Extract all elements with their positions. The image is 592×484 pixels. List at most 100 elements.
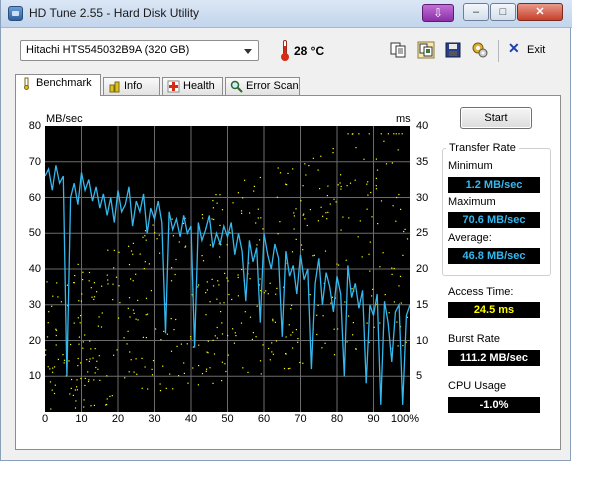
tab-benchmark[interactable]: Benchmark bbox=[15, 74, 101, 96]
access-time-point bbox=[73, 282, 75, 284]
access-time-point bbox=[259, 278, 261, 280]
access-time-point bbox=[228, 293, 230, 296]
app-window: HD Tune 2.55 - Hard Disk Utility ⇩ – □ ✕… bbox=[0, 0, 572, 461]
access-time-point bbox=[313, 254, 315, 256]
access-time-point bbox=[169, 373, 171, 375]
access-time-point bbox=[89, 340, 91, 342]
access-time-point bbox=[375, 188, 377, 190]
access-time-point bbox=[393, 301, 395, 303]
access-time-point bbox=[218, 284, 220, 286]
access-time-point bbox=[396, 321, 398, 323]
close-button[interactable]: ✕ bbox=[517, 3, 563, 21]
access-time-point bbox=[291, 304, 293, 306]
access-time-point bbox=[257, 208, 259, 210]
y-left-tick: 70 bbox=[28, 155, 41, 168]
tab-health[interactable]: Health bbox=[162, 77, 223, 95]
access-time-point bbox=[303, 213, 305, 215]
access-time-point bbox=[299, 361, 301, 364]
access-time-point bbox=[82, 347, 84, 349]
access-time-point bbox=[252, 332, 254, 334]
tab-error-scan[interactable]: Error Scan bbox=[225, 77, 300, 95]
drive-dropdown[interactable]: Hitachi HTS545032B9A (320 GB) bbox=[20, 40, 259, 61]
access-time-point bbox=[342, 216, 344, 218]
access-time-point bbox=[355, 147, 357, 149]
average-label: Average: bbox=[448, 232, 492, 244]
tab-info[interactable]: Info bbox=[103, 77, 160, 95]
access-time-point bbox=[201, 214, 203, 216]
access-time-point bbox=[255, 336, 257, 338]
access-time-point bbox=[178, 375, 180, 377]
maximize-button[interactable]: □ bbox=[490, 3, 516, 21]
transfer-rate-title: Transfer Rate bbox=[446, 142, 519, 154]
access-time-point bbox=[215, 194, 217, 196]
access-time-point bbox=[71, 378, 73, 381]
access-time-point bbox=[54, 366, 56, 368]
access-time-point bbox=[137, 319, 139, 321]
options-icon[interactable] bbox=[471, 41, 489, 59]
access-time-point bbox=[63, 362, 65, 364]
access-time-point bbox=[388, 312, 390, 314]
access-time-point bbox=[219, 194, 221, 196]
access-time-point bbox=[94, 372, 96, 374]
access-time-point bbox=[396, 196, 398, 199]
access-time-point bbox=[404, 228, 406, 230]
access-time-point bbox=[90, 287, 92, 289]
access-time-point bbox=[52, 371, 54, 373]
access-time-point bbox=[212, 207, 214, 209]
y-left-tick: 30 bbox=[28, 298, 41, 311]
title-bar[interactable]: HD Tune 2.55 - Hard Disk Utility ⇩ – □ ✕ bbox=[1, 0, 572, 28]
access-time-point bbox=[241, 268, 243, 271]
access-time-point bbox=[317, 304, 319, 306]
access-time-point bbox=[212, 285, 215, 287]
access-time-point bbox=[398, 133, 400, 135]
start-button[interactable]: Start bbox=[460, 107, 532, 129]
access-time-point bbox=[151, 368, 153, 370]
access-time-point bbox=[57, 296, 59, 298]
access-time-point bbox=[78, 336, 80, 338]
access-time-point bbox=[69, 393, 71, 395]
access-time-point bbox=[223, 302, 225, 304]
access-time-point bbox=[159, 383, 161, 385]
access-time-point bbox=[324, 342, 326, 344]
access-time-point bbox=[96, 360, 98, 362]
access-time-point bbox=[84, 384, 86, 387]
y-left-tick: 10 bbox=[28, 370, 41, 383]
access-time-point bbox=[183, 372, 185, 374]
access-time-point bbox=[84, 334, 86, 336]
save-icon[interactable] bbox=[444, 41, 462, 59]
access-time-point bbox=[133, 312, 135, 314]
download-icon[interactable]: ⇩ bbox=[422, 4, 454, 22]
access-time-point bbox=[192, 346, 194, 348]
info-icon bbox=[108, 80, 121, 93]
minimum-label: Minimum bbox=[448, 160, 493, 172]
access-time-point bbox=[106, 403, 108, 406]
access-time-point bbox=[274, 321, 276, 323]
copy-screen-icon[interactable] bbox=[417, 41, 435, 59]
access-time-point bbox=[84, 377, 86, 379]
access-time-point bbox=[212, 339, 214, 341]
access-time-point bbox=[97, 325, 99, 327]
access-time-point bbox=[277, 167, 279, 169]
minimum-value: 1.2 MB/sec bbox=[448, 177, 540, 193]
access-time-point bbox=[145, 337, 147, 339]
access-time-point bbox=[127, 307, 129, 309]
y-right-tick: 35 bbox=[416, 155, 429, 168]
access-time-point bbox=[220, 311, 222, 313]
access-time-point bbox=[113, 267, 115, 269]
minimize-button[interactable]: – bbox=[463, 3, 489, 21]
access-time-point bbox=[293, 228, 295, 230]
cpu-usage-value: -1.0% bbox=[448, 397, 540, 413]
access-time-point bbox=[77, 357, 79, 360]
access-time-point bbox=[100, 326, 103, 328]
access-time-point bbox=[213, 353, 216, 355]
access-time-point bbox=[54, 384, 56, 386]
access-time-point bbox=[101, 285, 103, 287]
access-time-point bbox=[170, 280, 173, 282]
access-time-point bbox=[290, 334, 292, 336]
access-time-point bbox=[118, 251, 120, 253]
access-time-point bbox=[336, 263, 338, 265]
access-time-point bbox=[137, 299, 139, 301]
access-time-point bbox=[55, 328, 57, 330]
y-right-axis-title: ms bbox=[396, 113, 411, 125]
copy-info-icon[interactable] bbox=[389, 41, 407, 59]
